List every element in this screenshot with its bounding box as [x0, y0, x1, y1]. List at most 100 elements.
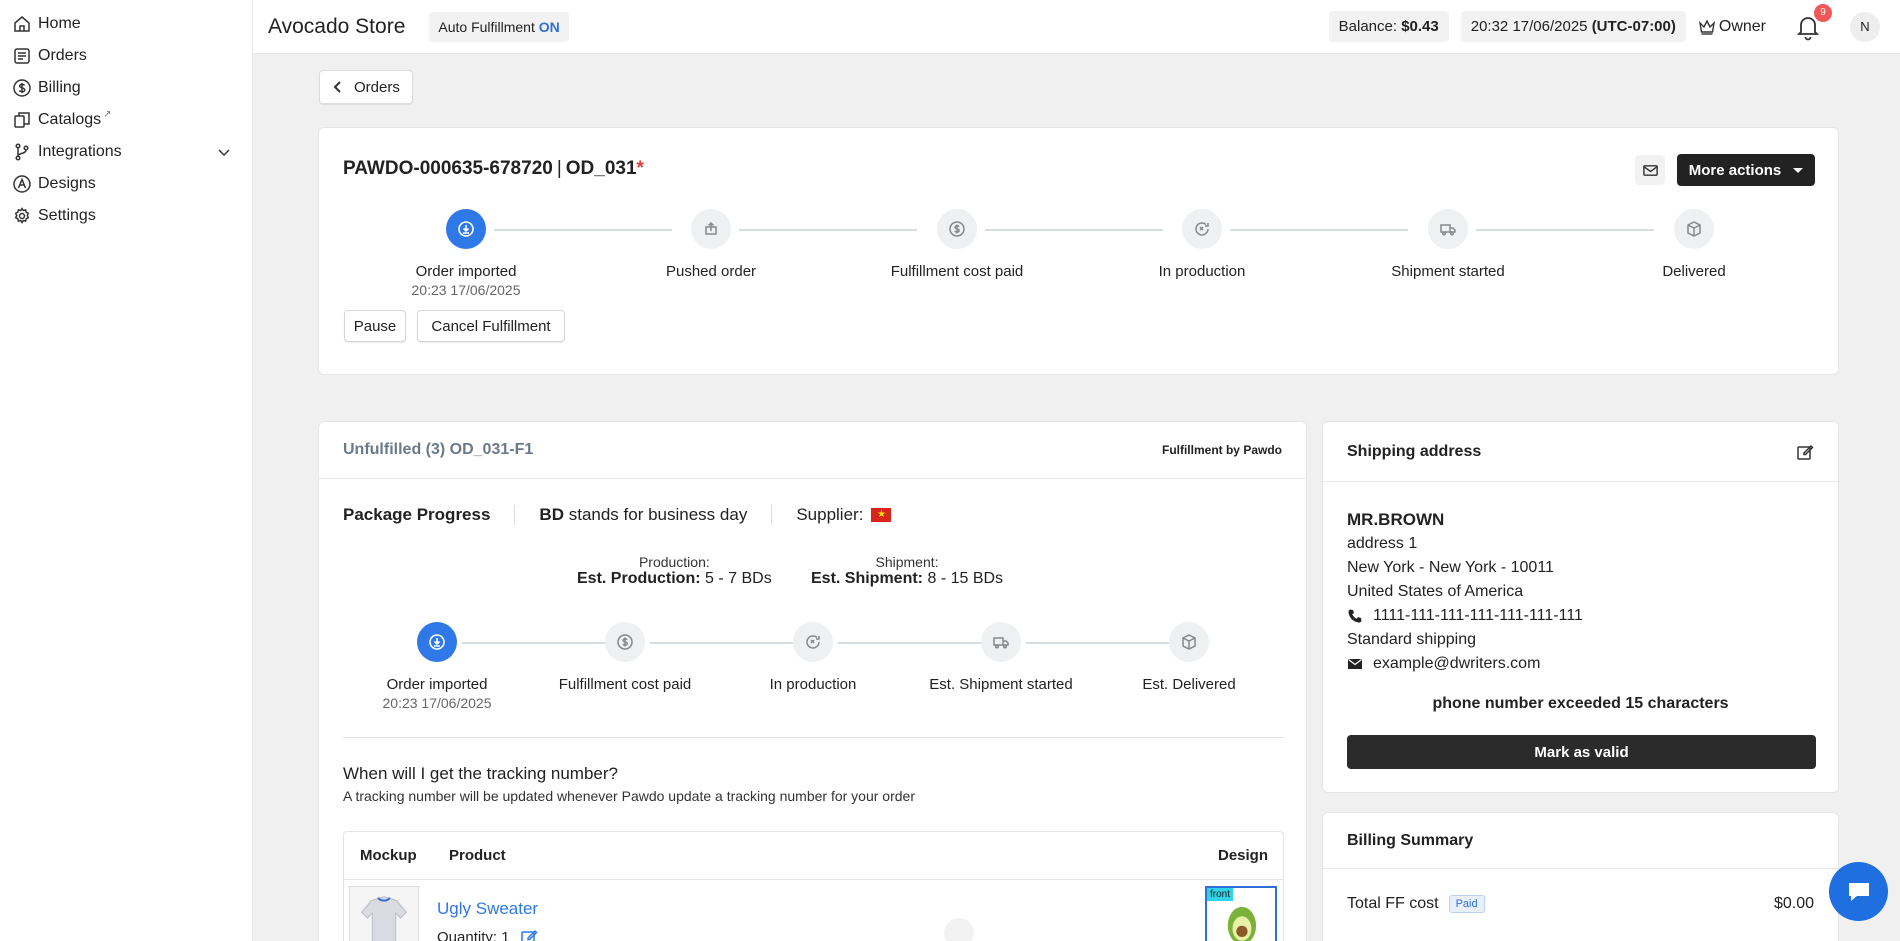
sweater-icon — [361, 896, 407, 941]
step-circle — [1428, 209, 1468, 249]
home-icon — [14, 16, 30, 32]
step-label: Order imported — [415, 263, 517, 280]
owner-menu[interactable]: Owner — [1698, 18, 1766, 36]
package-progress-row: Package Progress BD stands for business … — [343, 505, 892, 525]
step-timestamp: 20:23 17/06/2025 — [382, 695, 492, 711]
est-production: Production: Est. Production: 5 - 7 BDs — [577, 554, 772, 588]
branch-icon — [15, 143, 29, 161]
step-label: Order imported — [386, 676, 488, 693]
external-link-icon: ↗ — [103, 108, 112, 120]
sidebar-item-settings[interactable]: Settings — [0, 200, 252, 232]
sidebar-item-label: Billing — [38, 79, 81, 96]
step-order-imported: Order imported 20:23 17/06/2025 — [381, 209, 551, 298]
fulfillment-provider: Fulfillment by Pawdo — [1161, 443, 1282, 457]
step-in-production: In production — [1117, 209, 1287, 280]
crown-icon — [1698, 18, 1715, 35]
step-circle — [1182, 209, 1222, 249]
order-title: PAWDO-000635-678720 | OD_031* — [343, 158, 644, 180]
production-heading: Production: — [638, 554, 710, 570]
status-badge: Paid — [1448, 895, 1485, 913]
upload-icon[interactable] — [944, 918, 974, 941]
chevron-left-icon — [333, 81, 341, 93]
auto-ff-label: Auto Fulfillment — [438, 18, 535, 35]
order-flag: * — [636, 158, 644, 179]
step-circle — [446, 209, 486, 249]
email-button[interactable] — [1635, 155, 1665, 185]
mail-icon — [1348, 659, 1362, 669]
avatar[interactable]: N — [1850, 11, 1880, 42]
phone-icon — [1348, 609, 1362, 623]
shipping-title: Shipping address — [1347, 442, 1482, 460]
sidebar-item-label: Integrations — [38, 143, 122, 160]
mark-as-valid-button[interactable]: Mark as valid — [1347, 735, 1816, 769]
recipient-name: MR.BROWN — [1347, 510, 1445, 529]
phone-row: 1111-111-111-111-111-111-111 — [1347, 604, 1583, 628]
divider — [771, 505, 773, 525]
sidebar-item-integrations[interactable]: Integrations — [0, 136, 252, 168]
sidebar: Home Orders Billing Catalogs ↗ Integrati… — [0, 0, 253, 941]
edit-icon[interactable] — [520, 928, 538, 941]
datetime: 20:32 17/06/2025 — [1470, 18, 1588, 35]
notification-count: 9 — [1814, 3, 1832, 22]
billing-summary-card: Billing Summary Total FF cost Paid $0.00 — [1322, 812, 1839, 941]
city-line: New York - New York - 10011 — [1347, 559, 1554, 576]
sidebar-item-orders[interactable]: Orders — [0, 40, 252, 72]
step-label: In production — [769, 676, 857, 693]
auto-fulfillment-toggle[interactable]: Auto Fulfillment ON — [429, 11, 569, 42]
shipping-method: Standard shipping — [1347, 631, 1476, 648]
tracking-question: When will I get the tracking number? — [343, 764, 618, 783]
mockup-image[interactable] — [349, 886, 419, 941]
chevron-down-icon[interactable] — [216, 144, 232, 160]
gear-icon — [14, 207, 30, 224]
balance-pill[interactable]: Balance: $0.43 — [1328, 11, 1449, 42]
step-shipment-started: Shipment started — [1363, 209, 1533, 280]
total-ff-label: Total FF cost — [1347, 895, 1439, 912]
store-name[interactable]: Avocado Store — [268, 15, 405, 39]
step-circle — [981, 622, 1021, 662]
shipping-header: Shipping address — [1323, 422, 1838, 482]
billing-title: Billing Summary — [1323, 813, 1838, 869]
back-to-orders-button[interactable]: Orders — [319, 70, 413, 104]
bd-abbr: BD — [539, 505, 564, 524]
timezone: (UTC-07:00) — [1591, 18, 1676, 35]
step-delivered: Delivered — [1609, 209, 1779, 280]
step-circle — [793, 622, 833, 662]
step-timestamp: 20:23 17/06/2025 — [411, 282, 521, 298]
sidebar-item-catalogs[interactable]: Catalogs ↗ — [0, 104, 252, 136]
pause-button[interactable]: Pause — [344, 310, 406, 342]
cancel-fulfillment-button[interactable]: Cancel Fulfillment — [417, 310, 565, 342]
sidebar-item-label: Home — [38, 15, 81, 32]
bd-explanation: stands for business day — [568, 505, 748, 524]
mail-icon — [1642, 164, 1658, 176]
est-shipment: Shipment: Est. Shipment: 8 - 15 BDs — [811, 554, 1003, 588]
step-label: Shipment started — [1391, 263, 1505, 280]
sidebar-item-billing[interactable]: Billing — [0, 72, 252, 104]
tracking-answer: A tracking number will be updated whenev… — [343, 788, 915, 804]
table-header: Mockup Product Design — [344, 832, 1283, 880]
email-address: example@dwriters.com — [1373, 655, 1541, 672]
divider — [514, 505, 516, 525]
col-mockup: Mockup — [360, 847, 417, 864]
total-ff-amount: $0.00 — [1773, 895, 1814, 912]
more-actions-button[interactable]: More actions — [1677, 154, 1815, 186]
sidebar-item-designs[interactable]: Designs — [0, 168, 252, 200]
dollar-icon — [949, 221, 965, 237]
production-label: Est. Production: — [577, 570, 701, 587]
product-name-link[interactable]: Ugly Sweater — [437, 899, 538, 919]
order-name: OD_031 — [565, 158, 637, 179]
production-icon — [1195, 222, 1209, 236]
edit-icon[interactable] — [1796, 443, 1814, 461]
chat-button[interactable] — [1829, 862, 1888, 921]
sidebar-item-home[interactable]: Home — [0, 8, 252, 40]
role-label: Owner — [1718, 17, 1766, 35]
step-circle — [417, 622, 457, 662]
balance-label: Balance: — [1338, 18, 1398, 35]
dollar-icon — [13, 79, 31, 97]
auto-ff-state: ON — [538, 18, 560, 35]
design-thumbnail[interactable]: front — [1205, 886, 1277, 941]
notifications-button[interactable]: 9 — [1794, 3, 1832, 41]
step-pushed-order: Pushed order — [626, 209, 796, 280]
address-line: address 1 — [1347, 535, 1418, 552]
pkg-step-in-production: In production — [728, 622, 898, 693]
pkg-step-fulfillment-cost-paid: Fulfillment cost paid — [540, 622, 710, 693]
